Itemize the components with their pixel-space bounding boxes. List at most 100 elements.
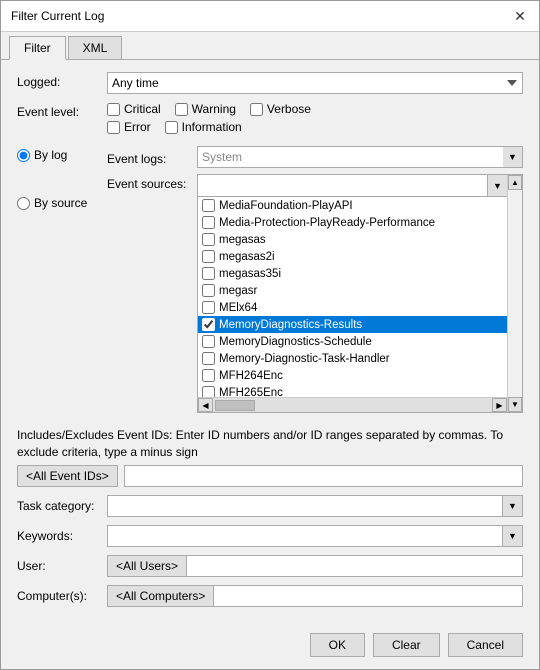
event-logs-dropdown-btn[interactable]: ▼ <box>503 146 523 168</box>
warning-checkbox[interactable] <box>175 103 188 116</box>
keywords-dropdown-btn[interactable]: ▼ <box>503 525 523 547</box>
warning-checkbox-item: Warning <box>175 102 236 116</box>
event-logs-input[interactable] <box>197 146 523 168</box>
event-ids-input[interactable] <box>124 465 523 487</box>
information-checkbox-item: Information <box>165 120 242 134</box>
source-checkbox-2[interactable] <box>202 233 215 246</box>
by-source-radio[interactable] <box>17 197 30 210</box>
source-checkbox-7[interactable] <box>202 318 215 331</box>
sources-header: ▼ <box>198 175 507 197</box>
source-item-10[interactable]: MFH264Enc <box>198 367 507 384</box>
verbose-label: Verbose <box>267 102 311 116</box>
close-button[interactable]: ✕ <box>511 7 529 25</box>
sources-list-inner: ▼ MediaFoundation-PlayAPI <box>198 175 507 412</box>
source-label-6: MElx64 <box>219 302 257 314</box>
source-checkbox-0[interactable] <box>202 199 215 212</box>
logged-label: Logged: <box>17 72 107 89</box>
source-label-3: megasas2i <box>219 251 275 263</box>
event-sources-row: Event sources: ▼ <box>107 174 523 413</box>
event-level-checkboxes-row2: Error Information <box>107 120 523 134</box>
source-checkbox-10[interactable] <box>202 369 215 382</box>
source-item-2[interactable]: megasas <box>198 231 507 248</box>
task-category-input[interactable] <box>107 495 503 517</box>
source-item-1[interactable]: Media-Protection-PlayReady-Performance <box>198 214 507 231</box>
source-label-0: MediaFoundation-PlayAPI <box>219 200 353 212</box>
keywords-row: Keywords: ▼ <box>17 525 523 547</box>
verbose-checkbox-item: Verbose <box>250 102 311 116</box>
includes-text: Includes/Excludes Event IDs: Enter ID nu… <box>17 428 503 459</box>
event-logs-label: Event logs: <box>107 149 197 166</box>
computer-input[interactable] <box>214 585 523 607</box>
tab-xml[interactable]: XML <box>68 36 123 59</box>
title-bar: Filter Current Log ✕ <box>1 1 539 32</box>
source-item-8[interactable]: MemoryDiagnostics-Schedule <box>198 333 507 350</box>
logged-dropdown[interactable]: Any time Last hour Last 12 hours Last 24… <box>107 72 523 94</box>
tab-bar: Filter XML <box>1 32 539 60</box>
information-label: Information <box>182 120 242 134</box>
log-source-section: By log By source Event logs: ▼ <box>17 146 523 419</box>
sources-scrollbar-v: ▲ ▼ <box>507 175 522 412</box>
information-checkbox[interactable] <box>165 121 178 134</box>
by-log-label: By log <box>34 148 67 162</box>
source-item-11[interactable]: MFH265Enc <box>198 384 507 397</box>
user-input[interactable] <box>187 555 523 577</box>
source-label-9: Memory-Diagnostic-Task-Handler <box>219 353 390 365</box>
source-label-2: megasas <box>219 234 266 246</box>
source-checkbox-1[interactable] <box>202 216 215 229</box>
source-checkbox-11[interactable] <box>202 386 215 397</box>
source-item-5[interactable]: megasr <box>198 282 507 299</box>
all-event-ids-btn[interactable]: <All Event IDs> <box>17 465 118 487</box>
sources-dropdown-btn[interactable]: ▼ <box>487 175 507 196</box>
tab-filter[interactable]: Filter <box>9 36 66 60</box>
all-computers-btn[interactable]: <All Computers> <box>107 585 214 607</box>
source-label-8: MemoryDiagnostics-Schedule <box>219 336 372 348</box>
source-checkbox-9[interactable] <box>202 352 215 365</box>
radio-group: By log By source <box>17 146 107 419</box>
by-log-radio-item: By log <box>17 148 107 162</box>
scroll-up-btn[interactable]: ▲ <box>508 175 522 190</box>
dialog-content: Logged: Any time Last hour Last 12 hours… <box>1 60 539 627</box>
source-checkbox-4[interactable] <box>202 267 215 280</box>
error-checkbox-item: Error <box>107 120 151 134</box>
source-item-7[interactable]: MemoryDiagnostics-Results <box>198 316 507 333</box>
verbose-checkbox[interactable] <box>250 103 263 116</box>
source-checkbox-6[interactable] <box>202 301 215 314</box>
sources-list: MediaFoundation-PlayAPI Media-Protection… <box>198 197 507 397</box>
event-level-control: Critical Warning Verbose <box>107 102 523 138</box>
task-category-row: Task category: ▼ <box>17 495 523 517</box>
source-item-4[interactable]: megasas35i <box>198 265 507 282</box>
event-logs-dropdown-container: ▼ <box>197 146 523 168</box>
scroll-left-btn[interactable]: ◀ <box>198 398 213 412</box>
source-checkbox-3[interactable] <box>202 250 215 263</box>
scroll-down-btn[interactable]: ▼ <box>508 397 522 412</box>
error-checkbox[interactable] <box>107 121 120 134</box>
scroll-h-thumb <box>215 400 255 411</box>
source-label-11: MFH265Enc <box>219 387 283 398</box>
event-level-row: Event level: Critical Warning <box>17 102 523 138</box>
task-category-label: Task category: <box>17 499 107 513</box>
ok-button[interactable]: OK <box>310 633 365 657</box>
sources-search-input[interactable] <box>198 175 487 196</box>
scroll-right-btn[interactable]: ▶ <box>492 398 507 412</box>
task-category-dropdown-btn[interactable]: ▼ <box>503 495 523 517</box>
user-row: User: <All Users> <box>17 555 523 577</box>
source-label-1: Media-Protection-PlayReady-Performance <box>219 217 435 229</box>
source-item-3[interactable]: megasas2i <box>198 248 507 265</box>
source-item-0[interactable]: MediaFoundation-PlayAPI <box>198 197 507 214</box>
clear-button[interactable]: Clear <box>373 633 440 657</box>
source-checkbox-5[interactable] <box>202 284 215 297</box>
critical-checkbox-item: Critical <box>107 102 161 116</box>
sources-scrollbar-h: ◀ ▶ <box>198 397 507 412</box>
event-sources-label: Event sources: <box>107 174 197 191</box>
all-users-btn[interactable]: <All Users> <box>107 555 187 577</box>
by-log-radio[interactable] <box>17 149 30 162</box>
critical-label: Critical <box>124 102 161 116</box>
source-checkbox-8[interactable] <box>202 335 215 348</box>
keywords-input[interactable] <box>107 525 503 547</box>
cancel-button[interactable]: Cancel <box>448 633 523 657</box>
source-item-6[interactable]: MElx64 <box>198 299 507 316</box>
keywords-label: Keywords: <box>17 529 107 543</box>
includes-section: Includes/Excludes Event IDs: Enter ID nu… <box>17 427 523 487</box>
source-item-9[interactable]: Memory-Diagnostic-Task-Handler <box>198 350 507 367</box>
critical-checkbox[interactable] <box>107 103 120 116</box>
